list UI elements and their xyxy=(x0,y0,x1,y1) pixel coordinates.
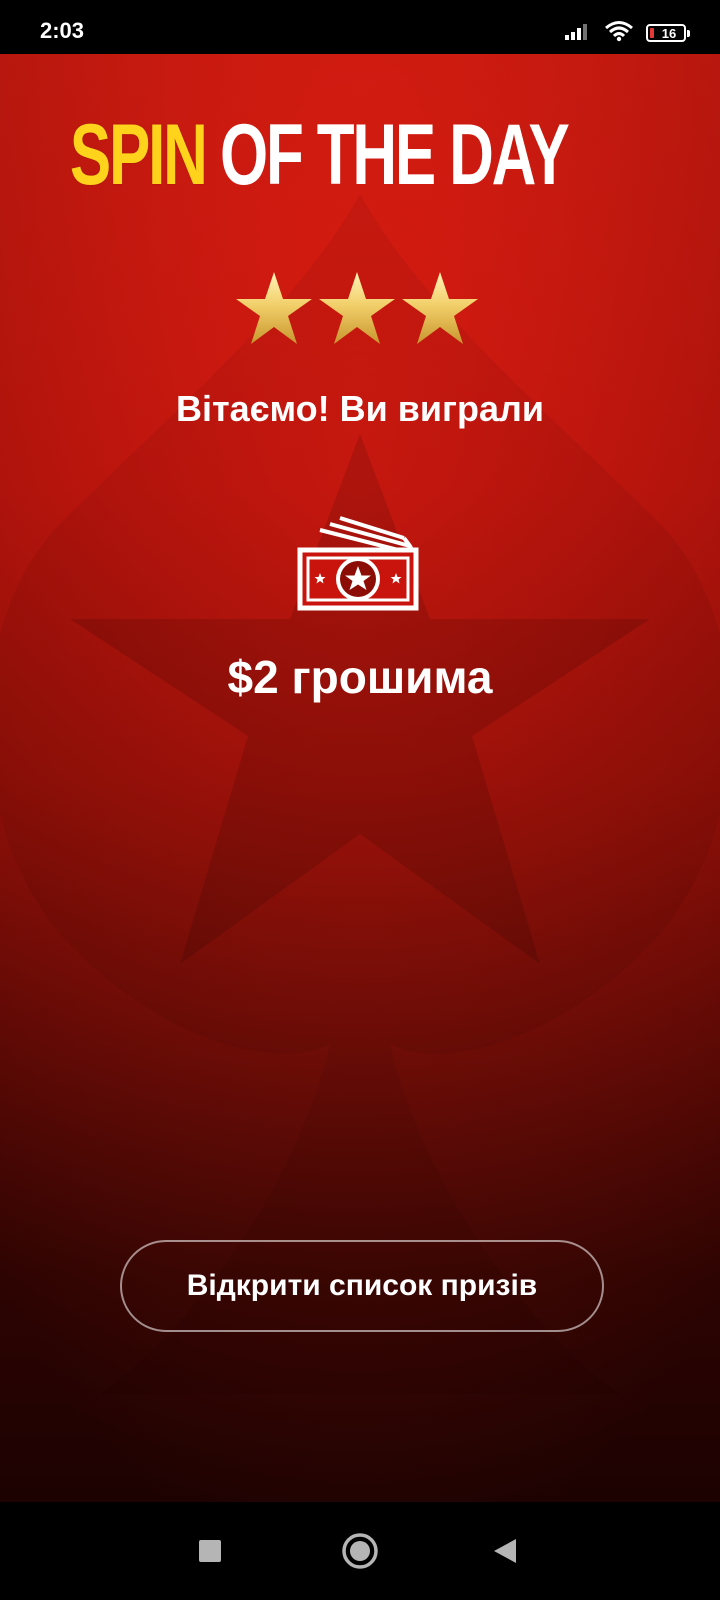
triangle-back-icon xyxy=(494,1539,516,1563)
status-time: 2:03 xyxy=(40,18,85,43)
rating-stars xyxy=(236,272,478,344)
spin-result-screen: SPIN OF THE DAY Вітаємо! Ви виграли $2 г… xyxy=(0,54,720,1502)
wifi-icon xyxy=(604,20,634,47)
back-button[interactable] xyxy=(460,1502,550,1600)
prize-amount: $2 грошима xyxy=(227,651,493,703)
screen: 2:03 16 SPIN OF THE DAY Вітаємо! Ви вигр… xyxy=(0,0,720,1600)
status-bar: 2:03 16 xyxy=(0,0,720,54)
cash-prize-icon xyxy=(297,516,419,611)
battery-level: 16 xyxy=(661,25,677,41)
logo-spin-text: SPIN xyxy=(70,107,208,203)
star-icon xyxy=(236,272,312,344)
open-prize-list-button[interactable]: Відкрити список призів xyxy=(120,1240,604,1332)
home-button[interactable] xyxy=(315,1502,405,1600)
square-recents-icon xyxy=(199,1540,221,1562)
star-icon xyxy=(402,272,478,344)
spin-of-the-day-logo: SPIN OF THE DAY xyxy=(0,112,720,198)
status-icons: 16 xyxy=(564,20,690,47)
battery-fill xyxy=(650,28,654,38)
battery-icon: 16 xyxy=(646,24,690,42)
cellular-signal-icon xyxy=(564,21,592,46)
system-nav-bar xyxy=(0,1502,720,1600)
circle-home-icon xyxy=(342,1533,378,1569)
logo-rest-text: OF THE DAY xyxy=(219,107,570,203)
recents-button[interactable] xyxy=(165,1502,255,1600)
star-icon xyxy=(319,272,395,344)
congrats-text: Вітаємо! Ви виграли xyxy=(175,388,545,429)
